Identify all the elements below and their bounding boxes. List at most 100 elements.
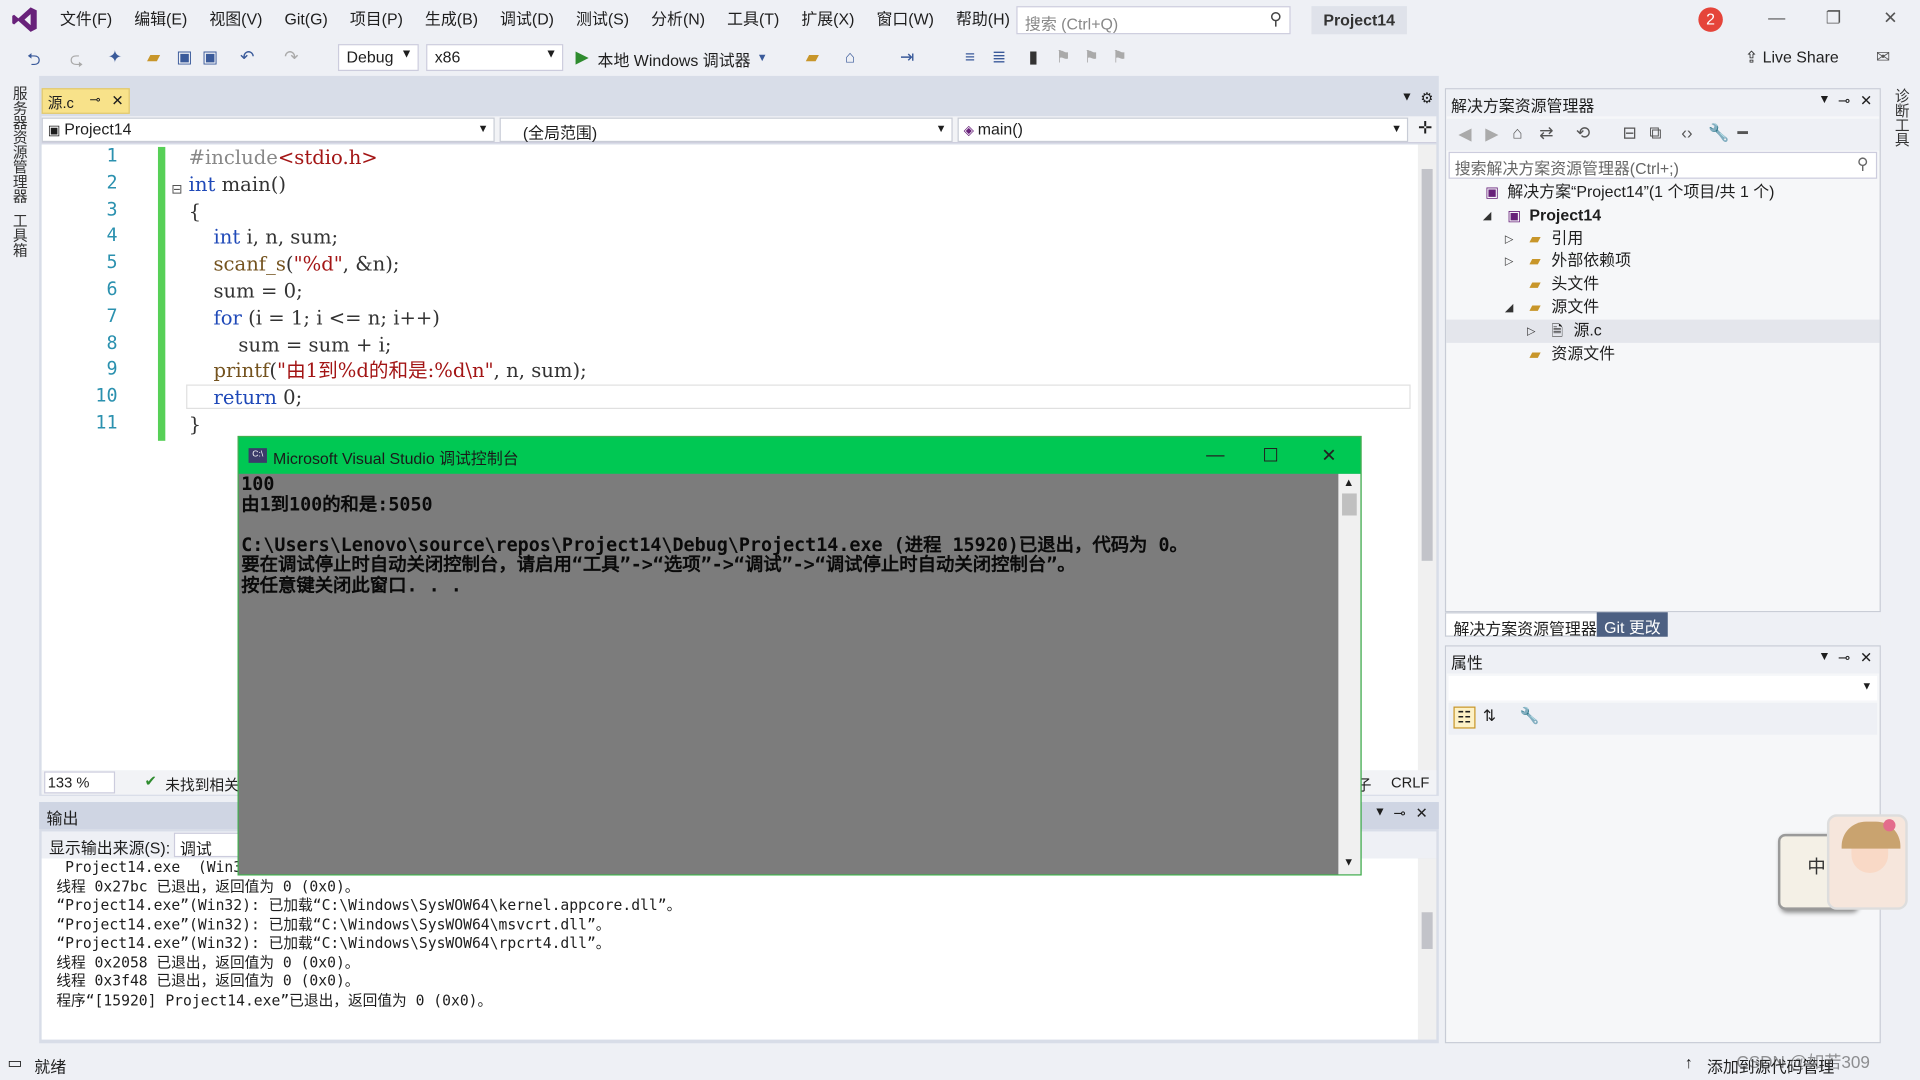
properties-object-select[interactable]: ▼ xyxy=(1448,675,1878,701)
pin-icon[interactable]: ⊸ xyxy=(89,92,100,108)
search-input[interactable]: 搜索 (Ctrl+Q) ⚲ xyxy=(1016,6,1291,35)
scroll-down-icon[interactable]: ▼ xyxy=(1343,856,1354,868)
outdent-icon[interactable]: ≣ xyxy=(992,47,1006,68)
home-icon[interactable]: ⌂ xyxy=(1512,122,1522,142)
tree-item[interactable]: ▷ ▰ 外部依赖项 xyxy=(1446,250,1879,273)
scope-nav-select[interactable]: (全局范围) ▼ xyxy=(499,117,953,143)
bookmark-next-icon[interactable]: ⚑ xyxy=(1084,47,1099,68)
pin-icon[interactable]: ⊸ xyxy=(1838,92,1850,109)
scroll-up-icon[interactable]: ▲ xyxy=(1343,476,1354,488)
expander-icon[interactable]: ▷ xyxy=(1505,227,1513,250)
minimize-icon[interactable]: — xyxy=(1768,7,1785,27)
tree-item[interactable]: ▣ 解决方案“Project14”(1 个项目/共 1 个) xyxy=(1446,181,1879,204)
tab-solution-explorer[interactable]: 解决方案资源管理器 xyxy=(1444,612,1606,638)
scrollbar-thumb[interactable] xyxy=(1421,912,1433,949)
redo-icon[interactable]: ↷ xyxy=(284,47,298,68)
chevron-down-icon[interactable]: ▼ xyxy=(1374,806,1386,819)
output-scrollbar[interactable] xyxy=(1417,858,1437,1040)
close-icon[interactable]: ✕ xyxy=(1860,649,1872,666)
expander-icon[interactable]: ▷ xyxy=(1527,319,1535,342)
maximize-icon[interactable]: ☐ xyxy=(1262,444,1278,467)
menu-item[interactable]: 扩展(X) xyxy=(790,0,865,39)
bookmark-icon[interactable]: ▮ xyxy=(1029,47,1038,68)
menu-item[interactable]: 文件(F) xyxy=(49,0,123,39)
menu-item[interactable]: 编辑(E) xyxy=(123,0,198,39)
tree-item[interactable]: ▷ ▰ 引用 xyxy=(1446,227,1879,250)
bookmark-prev-icon[interactable]: ⚑ xyxy=(1056,47,1071,68)
arrow-up-icon[interactable]: ↑ xyxy=(1685,1053,1693,1071)
debug-console-window[interactable]: C:\ Microsoft Visual Studio 调试控制台 — ☐ ✕ … xyxy=(237,435,1362,876)
toolbox-tab[interactable]: 工具箱 xyxy=(9,213,31,257)
menu-item[interactable]: 分析(N) xyxy=(640,0,716,39)
console-output[interactable]: 100 由1到100的和是:5050 C:\Users\Lenovo\source\… xyxy=(238,474,1339,875)
run-debugger-button[interactable]: 本地 Windows 调试器 xyxy=(598,48,751,71)
notification-badge[interactable]: 2 xyxy=(1698,7,1723,32)
save-icon[interactable]: ▣ xyxy=(176,47,192,68)
expander-icon[interactable]: ◢ xyxy=(1505,296,1513,319)
indent-icon[interactable]: ≡ xyxy=(965,47,975,67)
issues-label[interactable]: 未找到相关 xyxy=(165,774,238,795)
close-icon[interactable]: ✕ xyxy=(1416,804,1428,821)
scrollbar-thumb[interactable] xyxy=(1342,493,1357,516)
tree-item[interactable]: ▰ 资源文件 xyxy=(1446,342,1879,365)
tab-git-changes[interactable]: Git 更改 xyxy=(1596,612,1669,637)
back-icon[interactable]: ⮌ xyxy=(27,47,41,76)
close-tab-icon[interactable]: ✕ xyxy=(111,92,123,109)
alphabetical-icon[interactable]: ⇅ xyxy=(1483,707,1496,727)
code-view-icon[interactable]: ‹› xyxy=(1681,122,1692,142)
wrench-icon[interactable]: 🔧 xyxy=(1520,707,1540,727)
menu-item[interactable]: Git(G) xyxy=(273,0,338,39)
menu-item[interactable]: 调试(D) xyxy=(489,0,565,39)
scrollbar-thumb[interactable] xyxy=(1421,168,1433,561)
close-icon[interactable]: ✕ xyxy=(1860,92,1872,109)
collapse-icon[interactable]: ⊟ xyxy=(171,181,182,197)
console-scrollbar[interactable]: ▲ ▼ xyxy=(1338,473,1361,875)
member-nav-select[interactable]: ◈ main() ▼ xyxy=(957,117,1409,143)
pin-icon[interactable]: ⊸ xyxy=(1838,649,1850,666)
wrench-icon[interactable]: 🔧 xyxy=(1708,122,1729,143)
chevron-down-icon[interactable]: ▼ xyxy=(757,51,768,63)
visual-studio-logo-icon[interactable] xyxy=(0,0,49,39)
step-icon[interactable]: ⇥ xyxy=(900,47,914,68)
split-icon[interactable]: ✛ xyxy=(1418,118,1432,139)
forward-icon[interactable]: ⮎ xyxy=(70,47,84,76)
console-title-bar[interactable]: C:\ Microsoft Visual Studio 调试控制台 — ☐ ✕ xyxy=(238,437,1361,474)
minus-icon[interactable]: ━ xyxy=(1738,122,1748,143)
start-debug-icon[interactable]: ▶ xyxy=(576,47,589,68)
undo-icon[interactable]: ↶ xyxy=(240,47,254,68)
menu-item[interactable]: 项目(P) xyxy=(339,0,414,39)
categorized-icon[interactable]: ☷ xyxy=(1453,706,1476,729)
close-icon[interactable]: ✕ xyxy=(1321,444,1336,467)
tab-list-icon[interactable]: ▼ xyxy=(1401,91,1413,104)
collapse-all-icon[interactable]: ⊟ xyxy=(1622,122,1636,143)
project-nav-select[interactable]: ▣ Project14 ▼ xyxy=(41,117,495,143)
gear-icon[interactable]: ⚙ xyxy=(1420,89,1433,106)
forward-icon[interactable]: ▶ xyxy=(1485,124,1498,145)
solution-search-input[interactable]: 搜索解决方案资源管理器(Ctrl+;) ⚲ xyxy=(1448,151,1878,179)
tree-item[interactable]: ▷ 🗎 源.c xyxy=(1446,319,1880,343)
close-icon[interactable]: ✕ xyxy=(1883,7,1897,28)
expander-icon[interactable]: ▷ xyxy=(1505,250,1513,273)
output-source-select[interactable]: 调试 xyxy=(173,832,248,858)
platform-select[interactable]: x86 ▼ xyxy=(426,44,564,72)
feedback-icon[interactable]: ✉ xyxy=(1876,47,1890,68)
bookmark-clear-icon[interactable]: ⚑ xyxy=(1112,47,1127,68)
menu-item[interactable]: 生成(B) xyxy=(414,0,489,39)
expander-icon[interactable]: ◢ xyxy=(1483,204,1491,227)
menu-item[interactable]: 窗口(W) xyxy=(865,0,945,39)
open-folder-icon[interactable]: ▰ xyxy=(147,47,160,68)
line-ending[interactable]: CRLF xyxy=(1391,774,1429,791)
live-share-button[interactable]: ⇪ Live Share xyxy=(1745,48,1839,68)
diagnostics-tab[interactable]: 诊断工具 xyxy=(1891,88,1913,147)
tree-item[interactable]: ◢ ▣ Project14 xyxy=(1446,204,1879,227)
tree-item[interactable]: ▰ 头文件 xyxy=(1446,273,1879,296)
minimize-icon[interactable]: — xyxy=(1206,444,1224,465)
save-all-icon[interactable]: ▣ xyxy=(202,47,218,68)
document-tab[interactable]: 源.c ⊸ ✕ xyxy=(41,88,130,114)
show-all-files-icon[interactable]: ⧉ xyxy=(1649,122,1661,143)
pin-icon[interactable]: ⊸ xyxy=(1393,804,1405,821)
menu-item[interactable]: 测试(S) xyxy=(565,0,640,39)
tree-item[interactable]: ◢ ▰ 源文件 xyxy=(1446,296,1879,319)
editor-scrollbar[interactable] xyxy=(1417,144,1437,794)
back-icon[interactable]: ◀ xyxy=(1458,124,1471,145)
